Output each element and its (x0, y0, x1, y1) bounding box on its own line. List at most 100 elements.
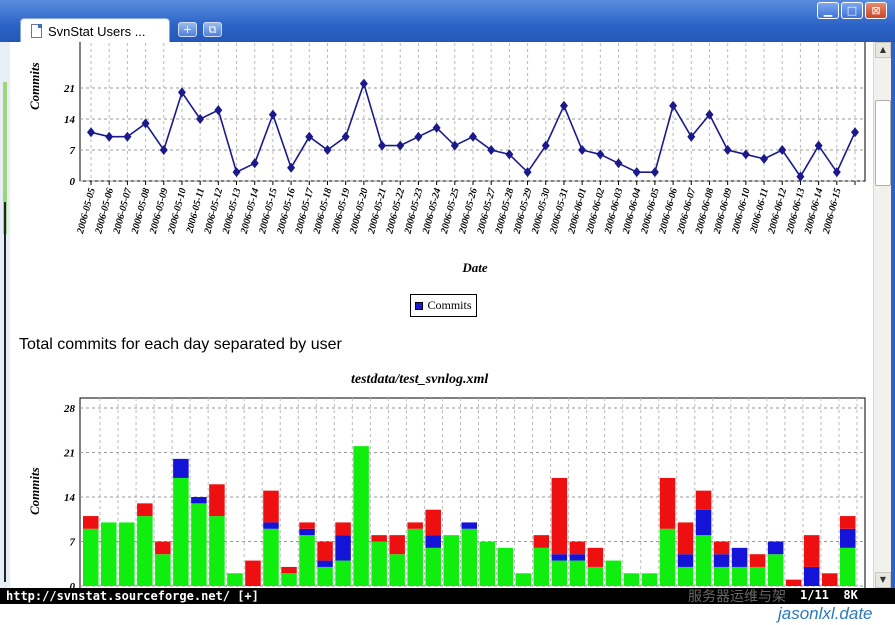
data-point (250, 158, 259, 169)
data-point (559, 100, 568, 111)
section-heading: Total commits for each day separated by … (19, 336, 342, 353)
bar-segment (641, 573, 658, 586)
bar-segment (317, 560, 333, 567)
watermark-url: jasonlxl.date (778, 604, 873, 623)
maximize-button[interactable]: □ (841, 2, 863, 19)
bar-segment (605, 560, 622, 586)
bar-segment (497, 547, 514, 586)
data-point (632, 167, 641, 178)
y-tick-label: 21 (63, 448, 75, 460)
data-point (650, 167, 659, 178)
bar-segment (695, 535, 712, 586)
bar-segment (461, 528, 478, 586)
minimize-button[interactable]: ▁ (817, 2, 839, 19)
bar-segment (677, 554, 694, 567)
bar-segment (479, 541, 496, 586)
data-point (341, 131, 350, 142)
bar-segment (317, 566, 333, 586)
scroll-thumb[interactable] (875, 100, 891, 186)
bar-segment (803, 566, 820, 586)
y-tick-label: 14 (64, 492, 76, 504)
bar-segment (695, 509, 712, 536)
bar-segment (569, 560, 586, 586)
bar-segment (821, 573, 838, 586)
bar-segment (263, 528, 279, 586)
bar-segment (839, 516, 856, 529)
bar-segment (371, 535, 387, 542)
bar-segment (101, 522, 117, 586)
bar-segment (227, 573, 243, 586)
bar-segment (677, 566, 694, 586)
bar-segment (389, 554, 405, 586)
bar-segment (551, 477, 568, 555)
commits-line-chart: 0714212006-05-052006-05-062006-05-072006… (63, 42, 866, 275)
bar-chart-ylabel: Commits (27, 467, 42, 515)
scroll-down-button[interactable]: ▼ (875, 572, 891, 588)
bar-segment (299, 522, 315, 529)
line-chart-ylabel: Commits (27, 62, 42, 110)
bar-segment (425, 535, 441, 548)
y-tick-label: 21 (63, 83, 75, 95)
legend-label: Commits (427, 298, 472, 312)
bar-segment (443, 535, 459, 586)
scroll-up-button[interactable]: ▲ (875, 42, 891, 58)
bar-segment (263, 522, 279, 529)
bar-segment (623, 573, 640, 586)
bar-segment (569, 541, 586, 555)
bar-segment (713, 566, 730, 586)
bar-segment (785, 579, 802, 586)
bar-segment (731, 547, 748, 567)
bar-segment (245, 560, 261, 586)
bar-segment (173, 458, 189, 478)
data-point (578, 145, 587, 155)
bar-segment (281, 566, 297, 574)
data-point (268, 109, 277, 120)
data-point (378, 140, 387, 151)
bar-segment (587, 547, 604, 567)
data-point (723, 145, 732, 155)
bar-segment (587, 566, 604, 586)
window-right-border (891, 42, 895, 588)
status-url: http://svnstat.sourceforge.net/ [+] (6, 589, 259, 603)
bar-segment (317, 541, 333, 561)
bar-segment (749, 566, 766, 586)
bar-segment (407, 528, 423, 586)
bar-segment (659, 528, 676, 586)
bar-segment (749, 554, 766, 567)
chart-legend: Commits (410, 294, 477, 317)
bar-segment (83, 528, 99, 586)
data-point (760, 153, 769, 164)
data-point (614, 158, 623, 169)
bar-segment (695, 490, 712, 510)
bar-segment (713, 541, 730, 555)
bar-segment (551, 554, 568, 561)
new-tab-button[interactable]: + (178, 22, 197, 37)
y-tick-label: 7 (70, 537, 76, 549)
data-point (741, 149, 750, 160)
bottom-strip (0, 604, 895, 625)
data-point (232, 167, 241, 178)
bar-segment (425, 509, 441, 536)
bar-segment (299, 535, 315, 586)
browser-tab[interactable]: SvnStat Users ... (20, 18, 170, 43)
vertical-scrollbar[interactable]: ▲ ▼ (873, 42, 891, 588)
data-point (123, 131, 132, 142)
data-point (487, 145, 496, 155)
page-content: 0 7 14 21 2006-05-05 2006-05-06 2006-05-07 2006… (10, 42, 873, 588)
commits-bar-chart: 0 7 14 21 28 (63, 397, 866, 588)
bar-segment (209, 516, 225, 586)
bar-segment (407, 522, 423, 529)
data-point (105, 131, 114, 142)
y-tick-label: 7 (70, 145, 76, 157)
y-tick-label: 14 (64, 114, 76, 126)
bar-segment (461, 522, 478, 529)
bar-segment (533, 547, 550, 586)
data-point (469, 131, 477, 142)
bar-segment (659, 477, 676, 529)
y-tick-label: 0 (70, 581, 76, 588)
tab-list-button[interactable]: ⧉ (203, 22, 222, 37)
bar-segment (191, 497, 207, 504)
bar-segment (839, 528, 856, 548)
close-button[interactable]: ⊠ (865, 2, 887, 19)
data-point (414, 131, 423, 142)
